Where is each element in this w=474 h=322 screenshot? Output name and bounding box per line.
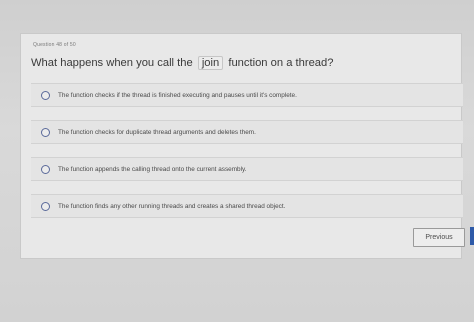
radio-button-icon[interactable] [41,164,50,174]
code-keyword: join [197,56,224,70]
question-card: Question 48 of 50 What happens when you … [20,33,465,259]
answer-option-1[interactable]: The function checks if the thread is fin… [31,83,463,107]
radio-button-icon[interactable] [41,201,50,211]
answer-option-label: The function appends the calling thread … [58,165,247,173]
question-number: Question 48 of 50 [33,42,76,48]
answer-option-label: The function checks for duplicate thread… [58,128,256,136]
answer-option-label: The function finds any other running thr… [58,202,286,210]
question-text: What happens when you call the join func… [31,56,333,70]
quiz-stage: Question 48 of 50 What happens when you … [0,0,474,322]
answer-option-label: The function checks if the thread is fin… [58,91,297,99]
question-text-before: What happens when you call the [31,57,193,69]
next-button[interactable] [470,227,474,245]
answer-option-3[interactable]: The function appends the calling thread … [31,157,463,181]
radio-button-icon[interactable] [41,90,50,100]
answer-option-2[interactable]: The function checks for duplicate thread… [31,120,463,144]
answer-option-4[interactable]: The function finds any other running thr… [31,194,463,218]
previous-button[interactable]: Previous [413,228,465,247]
question-text-after: function on a thread? [228,57,334,69]
radio-button-icon[interactable] [41,127,50,137]
